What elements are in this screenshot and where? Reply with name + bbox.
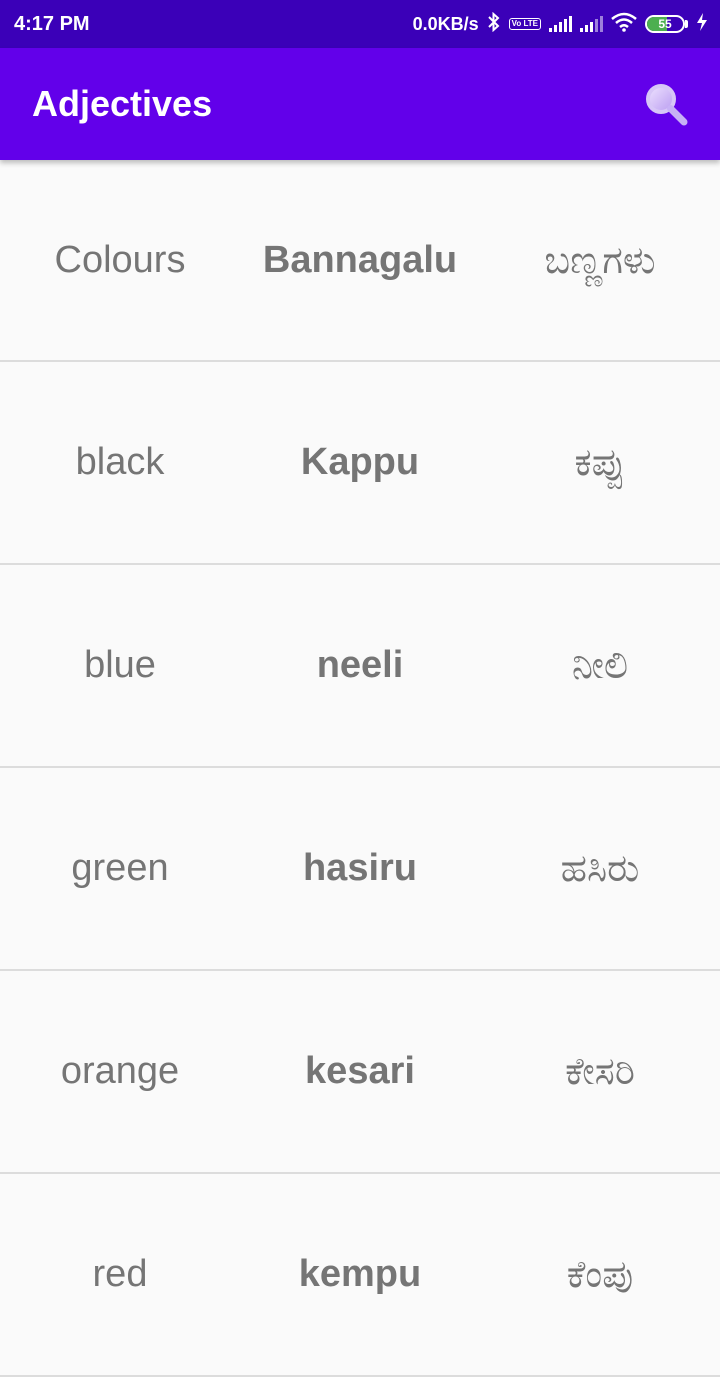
english-word: blue — [84, 644, 156, 686]
kannada-word: ಕೇಸರಿ — [565, 1049, 635, 1093]
english-word: Colours — [54, 238, 186, 281]
kannada-word: ಕಪ್ಪು — [574, 440, 626, 484]
signal-icon — [549, 16, 572, 32]
english-word: red — [92, 1253, 148, 1295]
list-item[interactable]: green hasiru ಹಸಿರು — [0, 768, 720, 971]
volte-icon: Vo LTE — [508, 18, 541, 30]
transliteration-word: neeli — [316, 644, 404, 686]
kannada-word: ಕೆಂಪು — [566, 1252, 634, 1296]
list-item[interactable]: orange kesari ಕೇಸರಿ — [0, 971, 720, 1174]
battery-icon: 55 — [645, 15, 688, 33]
kannada-word: ಬಣ್ಣಗಳು — [544, 237, 656, 282]
search-button[interactable] — [638, 76, 694, 132]
signal-icon — [580, 16, 603, 32]
list-item[interactable]: red kempu ಕೆಂಪು — [0, 1174, 720, 1377]
transliteration-word: kempu — [298, 1253, 422, 1295]
network-speed: 0.0KB/s — [412, 13, 479, 34]
list-item[interactable]: black Kappu ಕಪ್ಪು — [0, 362, 720, 565]
list-item[interactable]: blue neeli ನೀಲಿ — [0, 565, 720, 768]
status-icons: 0.0KB/s Vo LTE 55 — [412, 11, 708, 37]
battery-level: 55 — [658, 17, 672, 31]
bluetooth-icon — [487, 11, 501, 37]
list-item[interactable]: Colours Bannagalu ಬಣ್ಣಗಳು — [0, 160, 720, 362]
wifi-icon — [611, 12, 637, 37]
transliteration-word: Kappu — [300, 441, 420, 483]
word-list: Colours Bannagalu ಬಣ್ಣಗಳು black Kappu ಕಪ್ಪು bl… — [0, 160, 720, 1377]
page-title: Adjectives — [32, 83, 213, 124]
status-time: 4:17 PM — [14, 12, 90, 35]
transliteration-word: hasiru — [302, 847, 418, 889]
english-word: black — [75, 441, 165, 483]
kannada-word: ಹಸಿರು — [560, 846, 640, 890]
app-bar: Adjectives — [0, 48, 720, 160]
transliteration-word: Bannagalu — [262, 238, 458, 281]
english-word: green — [71, 847, 169, 889]
status-bar: 4:17 PM 0.0KB/s Vo LTE 55 — [0, 0, 720, 48]
english-word: orange — [60, 1050, 180, 1092]
kannada-word: ನೀಲಿ — [571, 643, 629, 687]
charging-icon — [696, 12, 708, 37]
transliteration-word: kesari — [305, 1050, 415, 1092]
search-icon — [646, 84, 688, 126]
